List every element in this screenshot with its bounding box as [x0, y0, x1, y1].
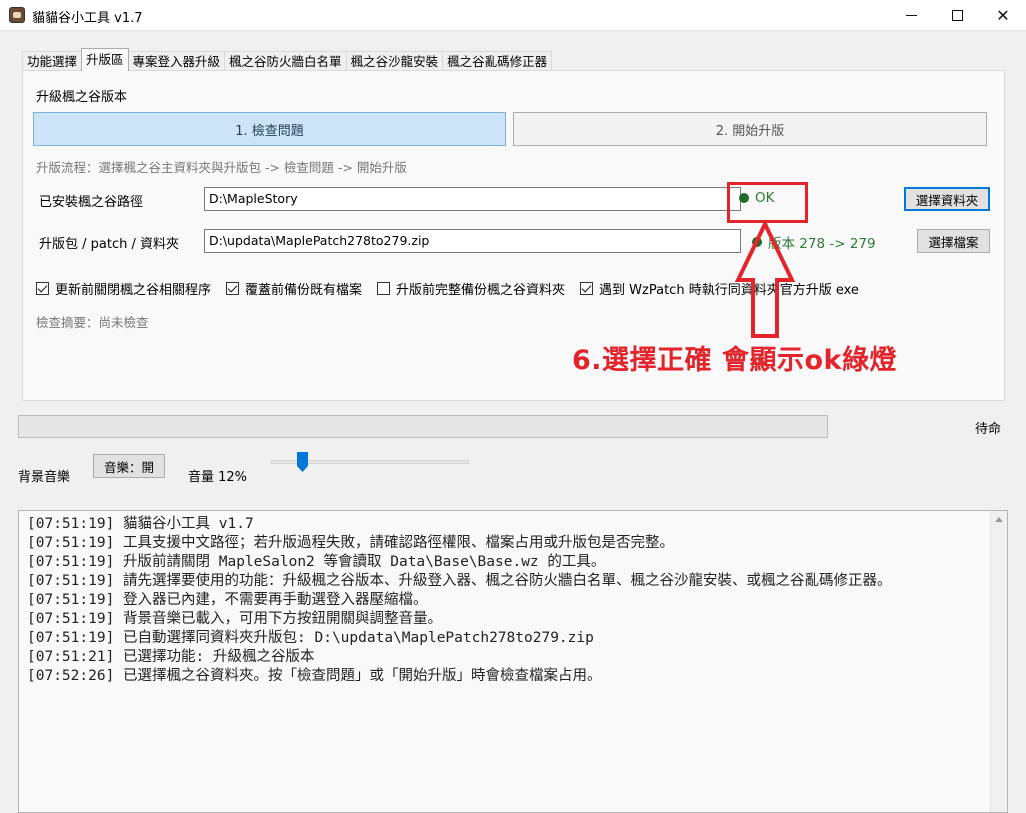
close-icon: ✕	[996, 6, 1010, 25]
maximize-icon	[951, 10, 963, 21]
flow-description: 升版流程：選擇楓之谷主資料夾與升版包 -> 檢查問題 -> 開始升版	[36, 160, 407, 175]
checkbox-checked-icon[interactable]	[226, 282, 240, 295]
install-path-label: 已安裝楓之谷路徑	[39, 195, 144, 210]
tab-firewall-whitelist[interactable]: 楓之谷防火牆白名單	[224, 51, 347, 71]
option-full-backup[interactable]: 升版前完整備份楓之谷資料夾	[377, 279, 565, 298]
checkbox-checked-icon[interactable]	[580, 282, 594, 295]
tab-feature-select[interactable]: 功能選擇	[22, 51, 83, 71]
choose-file-button[interactable]: 選擇檔案	[917, 229, 990, 253]
minimize-button[interactable]	[888, 0, 934, 31]
choose-folder-button[interactable]: 選擇資料夾	[904, 187, 990, 211]
volume-slider-thumb[interactable]	[297, 452, 308, 472]
option-run-official-exe[interactable]: 遇到 WzPatch 時執行同資料夾官方升版 exe	[580, 279, 859, 298]
window-title: 貓貓谷小工具 v1.7	[32, 11, 143, 26]
log-line: [07:51:19] 請先選擇要使用的功能：升級楓之谷版本、升級登入器、楓之谷防…	[27, 573, 892, 589]
title-bar: 貓貓谷小工具 v1.7 ✕	[0, 0, 1026, 31]
log-line: [07:51:21] 已選擇功能: 升級楓之谷版本	[27, 649, 315, 665]
annotation-highlight-box	[727, 182, 808, 223]
scroll-up-arrow-icon[interactable]	[995, 517, 1003, 522]
volume-label: 音量 12%	[188, 470, 248, 485]
tab-salon-install[interactable]: 楓之谷沙龍安裝	[345, 51, 444, 71]
minimize-icon	[905, 15, 917, 16]
checkbox-checked-icon[interactable]	[36, 282, 49, 295]
install-path-input[interactable]: D:\MapleStory	[204, 187, 741, 211]
log-output[interactable]: [07:51:19] 貓貓谷小工具 v1.7 [07:51:19] 工具支援中文…	[18, 510, 1008, 813]
annotation-up-arrow-icon	[735, 222, 795, 338]
log-line: [07:51:19] 已自動選擇同資料夾升版包: D:\updata\Maple…	[27, 630, 594, 646]
log-line: [07:51:19] 登入器已內建，不需要再手動選登入器壓縮檔。	[27, 592, 428, 608]
option-backup-existing[interactable]: 覆蓋前備份既有檔案	[226, 279, 362, 298]
log-line: [07:51:19] 升版前請關閉 MapleSalon2 等會讀取 Data\…	[27, 554, 606, 570]
bgm-label: 背景音樂	[18, 470, 71, 485]
log-scrollbar[interactable]	[990, 511, 1007, 812]
close-button[interactable]: ✕	[980, 0, 1026, 31]
maximize-button[interactable]	[934, 0, 980, 31]
checkbox-unchecked-icon[interactable]	[377, 282, 391, 295]
status-text: 待命	[975, 422, 1002, 437]
app-cat-icon	[9, 7, 25, 23]
tab-upgrade[interactable]: 升版區	[81, 48, 129, 71]
patch-path-input[interactable]: D:\updata\MaplePatch278to279.zip	[204, 229, 741, 253]
log-line: [07:52:26] 已選擇楓之谷資料夾。按「檢查問題」或「開始升版」時會檢查檔…	[27, 668, 602, 684]
patch-label: 升版包 / patch / 資料夾	[39, 237, 179, 252]
tab-garble-fixer[interactable]: 楓之谷亂碼修正器	[442, 51, 553, 71]
tab-launcher-upgrade[interactable]: 專案登入器升級	[127, 51, 226, 71]
log-line: [07:51:19] 貓貓谷小工具 v1.7	[27, 516, 254, 532]
log-line: [07:51:19] 工具支援中文路徑；若升版過程失敗，請確認路徑權限、檔案占用…	[27, 535, 675, 551]
check-summary: 檢查摘要：尚未檢查	[36, 315, 149, 330]
start-upgrade-button[interactable]: 2. 開始升版	[513, 112, 987, 146]
option-close-processes[interactable]: 更新前關閉楓之谷相關程序	[36, 279, 211, 298]
progress-bar	[18, 415, 828, 438]
music-toggle-button[interactable]: 音樂：開	[93, 454, 165, 478]
volume-slider[interactable]	[271, 452, 469, 478]
check-problems-button[interactable]: 1. 檢查問題	[33, 112, 506, 146]
log-line: [07:51:19] 背景音樂已載入，可用下方按鈕開關與調整音量。	[27, 611, 443, 627]
annotation-text: 6.選擇正確 會顯示ok綠燈	[572, 345, 897, 376]
section-title: 升級楓之谷版本	[36, 90, 128, 105]
tab-strip: 功能選擇 升版區 專案登入器升級 楓之谷防火牆白名單 楓之谷沙龍安裝 楓之谷亂碼…	[22, 48, 553, 71]
